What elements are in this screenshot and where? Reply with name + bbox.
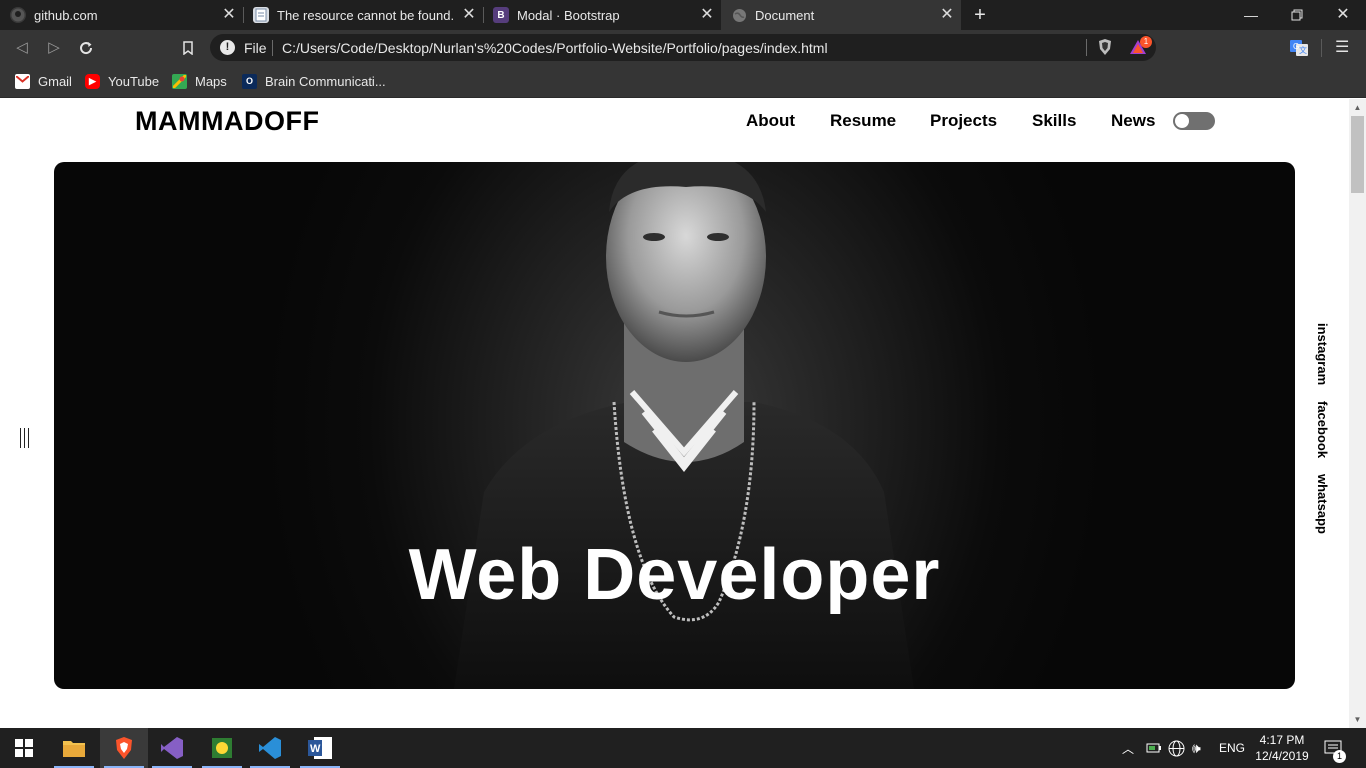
tab-resource-not-found[interactable]: The resource cannot be found. ✕ (243, 0, 483, 30)
bookmarks-bar: Gmail ▶ YouTube Maps O Brain Communicati… (0, 65, 1366, 98)
battery-icon[interactable] (1146, 728, 1162, 768)
bookmark-label: Gmail (38, 73, 72, 89)
gmail-icon (15, 73, 30, 89)
svg-text:W: W (310, 743, 321, 755)
nav-about[interactable]: About (746, 111, 795, 131)
scrollbar-thumb[interactable] (1351, 116, 1364, 193)
globe-icon (731, 7, 747, 23)
bookmark-gmail[interactable]: Gmail (15, 72, 72, 90)
tab-title: The resource cannot be found. (277, 7, 455, 23)
tab-title: Modal · Bootstrap (517, 7, 620, 23)
language-indicator[interactable]: ENG (1219, 728, 1245, 768)
page-icon (253, 7, 269, 23)
rewards-badge: 1 (1140, 36, 1152, 48)
brave-rewards-icon[interactable]: 1 (1130, 36, 1154, 58)
bookmark-maps[interactable]: Maps (172, 72, 227, 90)
windows-icon (15, 739, 33, 757)
forward-button[interactable]: ▷ (42, 36, 66, 60)
info-icon[interactable]: ! (220, 40, 235, 55)
divider (272, 40, 273, 56)
bookmark-label: YouTube (108, 73, 160, 89)
taskbar-gitkraken[interactable] (198, 728, 246, 768)
notifications-icon[interactable]: 1 (1324, 728, 1346, 768)
taskbar-brave[interactable] (100, 728, 148, 768)
close-icon[interactable]: ✕ (699, 7, 715, 23)
bookmark-brain[interactable]: O Brain Communicati... (242, 72, 386, 90)
page-scrollbar[interactable]: ▲ ▼ (1349, 99, 1366, 728)
tab-document[interactable]: Document ✕ (721, 0, 961, 30)
bookmark-icon[interactable] (176, 36, 200, 60)
social-facebook[interactable]: facebook (1315, 401, 1330, 458)
taskbar-file-explorer[interactable] (50, 728, 98, 768)
close-icon[interactable]: ✕ (461, 7, 477, 23)
show-hidden-icons-button[interactable]: ︿ (1122, 728, 1134, 768)
nav-news[interactable]: News (1111, 111, 1155, 131)
svg-text:文: 文 (1299, 45, 1307, 55)
nav-skills[interactable]: Skills (1032, 111, 1076, 131)
notification-count: 1 (1333, 750, 1346, 763)
social-instagram[interactable]: instagram (1315, 323, 1330, 385)
side-menu-icon[interactable] (20, 428, 32, 448)
taskbar-word[interactable]: W (296, 728, 344, 768)
scroll-up-arrow-icon[interactable]: ▲ (1349, 99, 1366, 116)
restore-button[interactable] (1274, 0, 1320, 30)
bootstrap-icon: B (493, 7, 509, 23)
windows-taskbar: W ︿ 🕪 ENG 4:17 PM 12/4/2019 1 (0, 728, 1366, 768)
browser-toolbar: ◁ ▷ ! File C:/Users/Code/Desktop/Nurlan'… (0, 30, 1366, 65)
address-bar[interactable]: ! File C:/Users/Code/Desktop/Nurlan's%20… (210, 34, 1156, 61)
address-url[interactable]: C:/Users/Code/Desktop/Nurlan's%20Codes/P… (282, 40, 828, 56)
bookmark-label: Brain Communicati... (265, 73, 386, 89)
brave-icon (116, 737, 132, 759)
youtube-icon: ▶ (85, 73, 100, 89)
address-scheme: File (244, 40, 267, 56)
hero-banner: Web Developer (54, 162, 1295, 689)
close-window-button[interactable]: ✕ (1320, 0, 1366, 30)
tab-bootstrap-modal[interactable]: B Modal · Bootstrap ✕ (483, 0, 721, 30)
hero-title: Web Developer (408, 535, 941, 615)
tab-strip: github.com ✕ The resource cannot be foun… (0, 0, 1366, 30)
site-logo[interactable]: MAMMADOFF (135, 106, 319, 137)
taskbar-vscode[interactable] (246, 728, 294, 768)
social-whatsapp[interactable]: whatsapp (1315, 474, 1330, 534)
clock-time: 4:17 PM (1259, 733, 1305, 747)
visual-studio-icon (161, 737, 183, 759)
theme-toggle[interactable] (1173, 112, 1215, 130)
nav-projects[interactable]: Projects (930, 111, 997, 131)
network-icon[interactable] (1168, 728, 1185, 768)
brain-icon: O (242, 73, 257, 89)
gitkraken-icon (212, 738, 232, 758)
tab-title: github.com (34, 7, 98, 23)
volume-icon[interactable]: 🕪 (1192, 728, 1201, 768)
divider (1086, 39, 1087, 56)
toggle-knob (1175, 114, 1189, 128)
clock-date: 12/4/2019 (1255, 749, 1309, 763)
folder-icon (63, 741, 85, 757)
taskbar-visual-studio[interactable] (148, 728, 196, 768)
tab-title: Document (755, 7, 815, 23)
nav-resume[interactable]: Resume (830, 111, 896, 131)
word-icon: W (308, 737, 332, 759)
scroll-down-arrow-icon[interactable]: ▼ (1349, 711, 1366, 728)
bookmark-label: Maps (195, 73, 227, 89)
close-icon[interactable]: ✕ (221, 7, 237, 23)
back-button[interactable]: ◁ (10, 36, 34, 60)
tab-github[interactable]: github.com ✕ (0, 0, 243, 30)
close-icon[interactable]: ✕ (939, 7, 955, 23)
brave-shield-icon[interactable] (1096, 38, 1114, 56)
minimize-button[interactable]: — (1228, 0, 1274, 30)
page-viewport: MAMMADOFF About Resume Projects Skills N… (0, 99, 1349, 728)
maps-icon (172, 73, 187, 89)
new-tab-button[interactable]: + (968, 3, 992, 27)
system-clock[interactable]: 4:17 PM 12/4/2019 (1252, 732, 1312, 764)
reload-button[interactable] (74, 36, 98, 60)
menu-icon[interactable]: ☰ (1335, 38, 1355, 58)
start-button[interactable] (0, 728, 48, 768)
github-icon (10, 7, 26, 23)
bookmark-youtube[interactable]: ▶ YouTube (85, 72, 159, 90)
translate-icon[interactable]: G文 (1289, 38, 1309, 58)
vscode-icon (259, 737, 281, 759)
divider (1321, 39, 1322, 57)
